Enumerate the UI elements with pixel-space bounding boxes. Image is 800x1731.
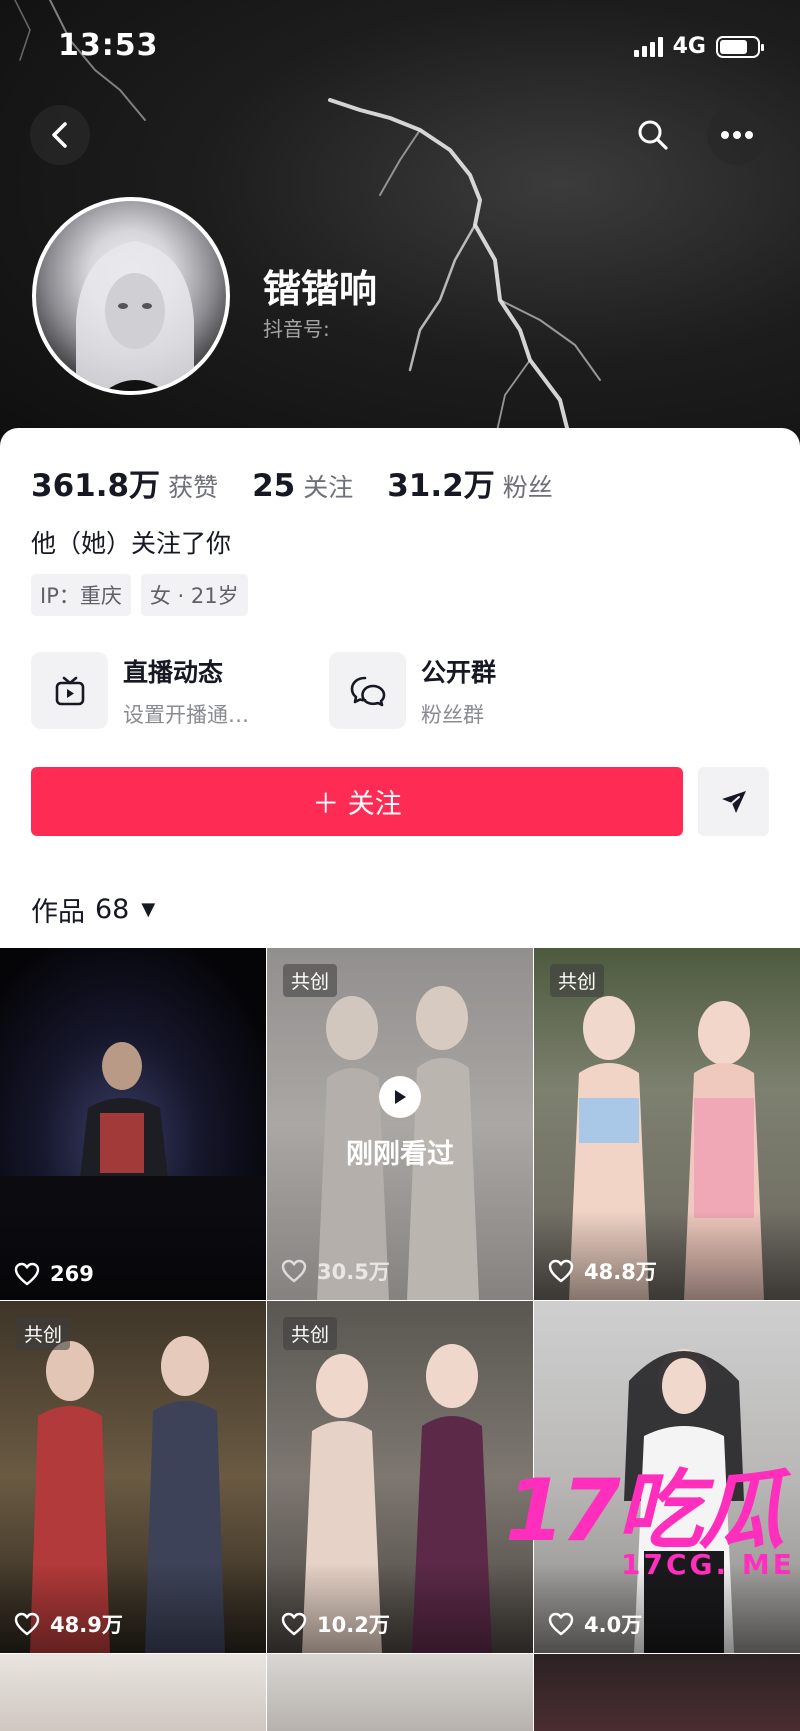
watermark-small: 17CG. ME [621,1548,795,1581]
avatar[interactable] [32,197,230,395]
play-icon [379,1076,421,1118]
share-button[interactable] [698,767,769,836]
video-thumbnail[interactable]: 共创 48.8万 [534,948,800,1300]
like-count: 4.0万 [548,1609,642,1639]
video-thumbnail[interactable]: 共创 10.2万 [267,1301,533,1653]
co-create-badge: 共创 [16,1317,71,1350]
video-thumbnail[interactable] [267,1654,533,1731]
avatar-portrait [76,241,194,391]
public-group-entry[interactable]: 公开群 粉丝群 [329,652,496,729]
profile-cover: 13:53 4G 锴锴响 抖音号: [0,0,800,460]
watermark-logo: 17吃瓜 17CG. ME [505,1468,795,1581]
feature-icon-box [31,652,108,729]
video-thumbnail[interactable]: 共创 刚刚看过 30.5万 [267,948,533,1300]
follows-you-hint: 他（她）关注了你 [31,529,232,558]
feature-title: 直播动态 [123,657,224,687]
network-type: 4G [672,34,706,59]
recently-watched: 刚刚看过 [267,1076,533,1171]
stat-following[interactable]: 25 关注 [252,468,353,504]
status-time: 13:53 [58,28,159,63]
more-button[interactable] [707,105,767,165]
follow-button[interactable]: ＋ 关注 [31,767,683,836]
like-count-value: 4.0万 [584,1613,643,1637]
stat-value: 361.8万 [31,468,161,504]
heart-icon [548,1612,574,1636]
profile-stats: 361.8万 获赞 25 关注 31.2万 粉丝 [31,460,587,505]
thumbnail-fade [267,1563,533,1653]
feature-title: 公开群 [421,657,497,687]
search-button[interactable] [623,105,683,165]
send-icon [721,790,746,813]
status-indicators: 4G [633,34,764,59]
search-icon [638,120,668,150]
watermark-big: 17吃瓜 [505,1461,785,1561]
heart-icon [281,1259,307,1283]
caret-down-icon: ▼ [141,899,156,920]
thumbnail-fade [0,1210,266,1300]
heart-icon [548,1259,574,1283]
feature-subtitle: 设置开播通… [123,702,249,727]
video-thumbnail[interactable]: 共创 48.9万 [0,1301,266,1653]
like-count-value: 48.8万 [584,1260,657,1284]
stat-label: 粉丝 [502,473,553,502]
feature-text: 公开群 粉丝群 [421,653,496,729]
battery-icon [716,35,764,58]
co-create-badge: 共创 [550,964,605,997]
works-label: 作品 [31,897,85,928]
like-count: 48.9万 [14,1609,123,1639]
stat-value: 31.2万 [387,468,495,504]
like-count: 48.8万 [548,1256,657,1286]
like-count-value: 30.5万 [317,1260,390,1284]
heart-icon [281,1612,307,1636]
back-button[interactable] [30,105,90,165]
gender-age-tag: 女 · 21岁 [140,574,248,616]
chat-bubbles-icon [350,676,385,706]
like-count-value: 48.9万 [50,1613,123,1637]
co-create-badge: 共创 [283,1317,338,1350]
status-bar: 13:53 4G [0,0,800,96]
stat-followers[interactable]: 31.2万 粉丝 [387,460,553,505]
profile-tags: IP：重庆 女 · 21岁 [31,574,248,616]
feature-text: 直播动态 设置开播通… [123,653,249,729]
works-count: 68 [95,894,130,925]
like-count-value: 10.2万 [317,1613,390,1637]
live-updates-entry[interactable]: 直播动态 设置开播通… [31,652,249,729]
heart-icon [14,1262,40,1286]
thumbnail-fade [0,1563,266,1653]
like-count: 10.2万 [281,1609,390,1639]
like-count: 269 [14,1262,94,1286]
video-thumbnail[interactable] [0,1654,266,1731]
video-thumbnail[interactable]: 269 [0,948,266,1300]
works-tab[interactable]: 作品 68 ▼ [31,890,155,929]
signal-icon [633,36,663,57]
feature-subtitle: 粉丝群 [421,702,484,727]
stat-label: 获赞 [168,473,219,502]
like-count: 30.5万 [281,1256,390,1286]
stat-label: 关注 [303,473,354,502]
like-count-value: 269 [50,1262,94,1286]
feature-icon-box [329,652,406,729]
heart-icon [14,1612,40,1636]
watched-label: 刚刚看过 [346,1139,454,1170]
ip-location-tag: IP：重庆 [31,574,131,616]
nickname: 锴锴响 [263,267,378,311]
chevron-left-icon [52,122,67,148]
stat-value: 25 [252,468,296,504]
thumbnail-fade [534,1210,800,1300]
co-create-badge: 共创 [283,964,338,997]
video-thumbnail[interactable] [534,1654,800,1731]
tv-icon [55,676,84,705]
stat-likes[interactable]: 361.8万 获赞 [31,460,218,505]
douyin-id[interactable]: 抖音号: [263,313,330,342]
more-dots-icon [721,131,753,139]
